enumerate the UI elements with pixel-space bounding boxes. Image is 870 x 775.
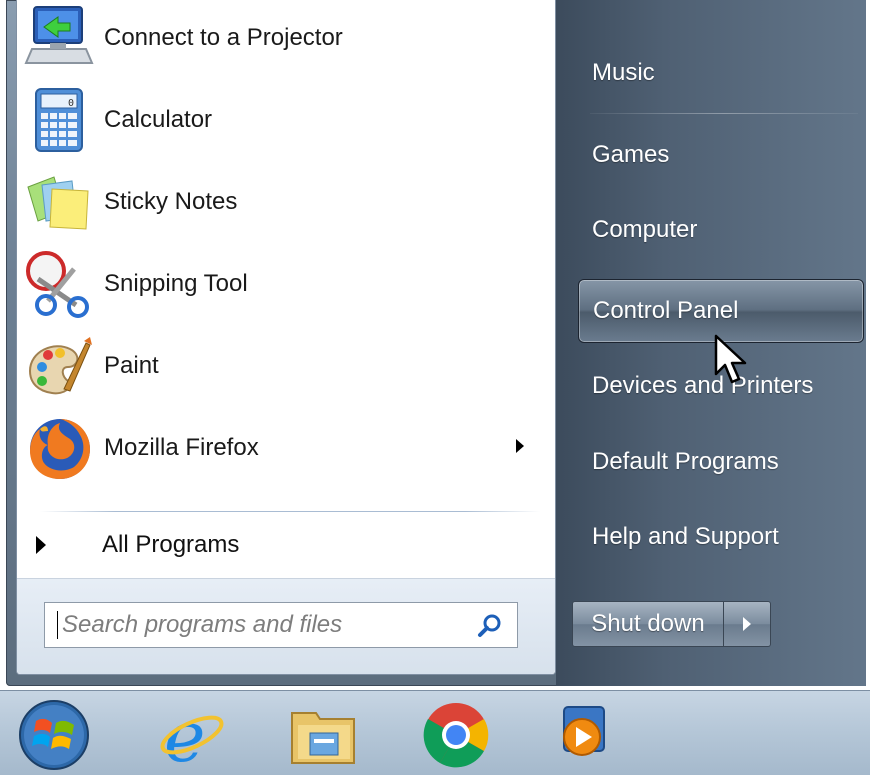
program-label: Calculator <box>104 106 213 133</box>
program-label: Paint <box>104 352 159 379</box>
arrow-right-icon <box>743 617 751 631</box>
start-orb-icon[interactable] <box>14 699 89 771</box>
shutdown-label: Shut down <box>591 610 705 637</box>
divider <box>40 511 540 512</box>
all-programs-label: All Programs <box>102 531 240 558</box>
sticky-notes-icon <box>24 167 94 237</box>
svg-text:0: 0 <box>68 98 74 109</box>
text-caret <box>57 611 58 639</box>
right-item-label: Help and Support <box>592 523 779 550</box>
file-explorer-icon[interactable] <box>288 699 360 771</box>
search-placeholder: Search programs and files <box>62 611 343 638</box>
all-programs-button[interactable]: All Programs <box>36 524 536 566</box>
program-label: Snipping Tool <box>104 270 248 297</box>
right-item-help-and-support[interactable]: Help and Support <box>578 506 862 568</box>
shutdown-options-button[interactable] <box>724 601 771 647</box>
right-item-computer[interactable]: Computer <box>578 199 862 261</box>
paint-icon <box>24 331 94 401</box>
search-icon[interactable] <box>477 613 503 639</box>
program-label: Sticky Notes <box>104 188 238 215</box>
submenu-arrow-icon[interactable] <box>516 439 524 453</box>
program-snipping-tool[interactable]: Snipping Tool <box>24 248 534 320</box>
right-divider <box>590 113 858 114</box>
right-item-music[interactable]: Music <box>578 42 862 104</box>
shutdown-control: Shut down <box>572 601 772 647</box>
shutdown-button[interactable]: Shut down <box>572 601 724 647</box>
program-sticky-notes[interactable]: Sticky Notes <box>24 166 534 238</box>
mouse-cursor-icon <box>714 334 747 384</box>
chrome-icon[interactable] <box>420 699 492 771</box>
right-item-label: Games <box>592 141 670 168</box>
media-player-icon[interactable] <box>552 699 624 771</box>
projector-icon <box>24 3 94 73</box>
right-item-label: Default Programs <box>592 448 779 475</box>
right-item-label: Devices and Printers <box>592 372 814 399</box>
program-label: Connect to a Projector <box>104 24 343 51</box>
program-paint[interactable]: Paint <box>24 330 534 402</box>
snipping-tool-icon <box>24 249 94 319</box>
firefox-icon <box>24 413 94 483</box>
program-calculator[interactable]: 0 Calculator <box>24 84 534 156</box>
taskbar: e <box>0 690 870 775</box>
expand-arrow-icon <box>36 536 46 554</box>
right-item-default-programs[interactable]: Default Programs <box>578 431 862 493</box>
program-mozilla-firefox[interactable]: Mozilla Firefox <box>24 412 534 484</box>
right-item-label: Control Panel <box>593 297 739 324</box>
right-item-label: Computer <box>592 216 698 243</box>
right-item-label: Music <box>592 59 655 86</box>
program-connect-to-projector[interactable]: Connect to a Projector <box>24 2 534 74</box>
calculator-icon: 0 <box>24 85 94 155</box>
internet-explorer-icon[interactable]: e <box>156 696 228 775</box>
right-item-games[interactable]: Games <box>578 124 862 186</box>
program-label: Mozilla Firefox <box>104 434 259 461</box>
search-input[interactable]: Search programs and files <box>44 602 518 648</box>
